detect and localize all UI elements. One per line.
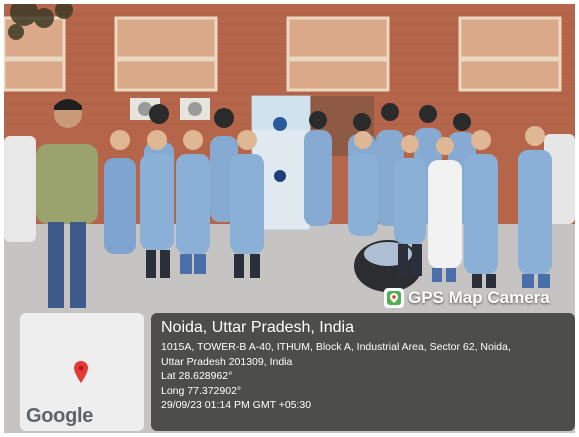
location-info-panel: Noida, Uttar Pradesh, India 1015A, TOWER…	[151, 313, 575, 431]
google-logo: Google	[26, 405, 94, 427]
gps-map-camera-badge: GPS Map Camera	[384, 287, 550, 309]
map-pin-icon	[74, 361, 88, 383]
latitude: Lat 28.628962°	[161, 370, 233, 382]
map-thumbnail: Google	[20, 313, 144, 431]
gps-map-camera-icon	[384, 288, 404, 308]
gps-badge-label: GPS Map Camera	[408, 288, 550, 307]
location-title: Noida, Uttar Pradesh, India	[161, 319, 354, 336]
address-line-2: Uttar Pradesh 201309, India	[161, 355, 293, 368]
photo-frame: GPS Map Camera Google Noida, Uttar Prade…	[4, 4, 575, 433]
address-line-1: 1015A, TOWER-B A-40, ITHUM, Block A, Ind…	[161, 341, 511, 353]
timestamp: 29/09/23 01:14 PM GMT +05:30	[161, 399, 312, 411]
longitude: Long 77.372902°	[161, 384, 242, 397]
